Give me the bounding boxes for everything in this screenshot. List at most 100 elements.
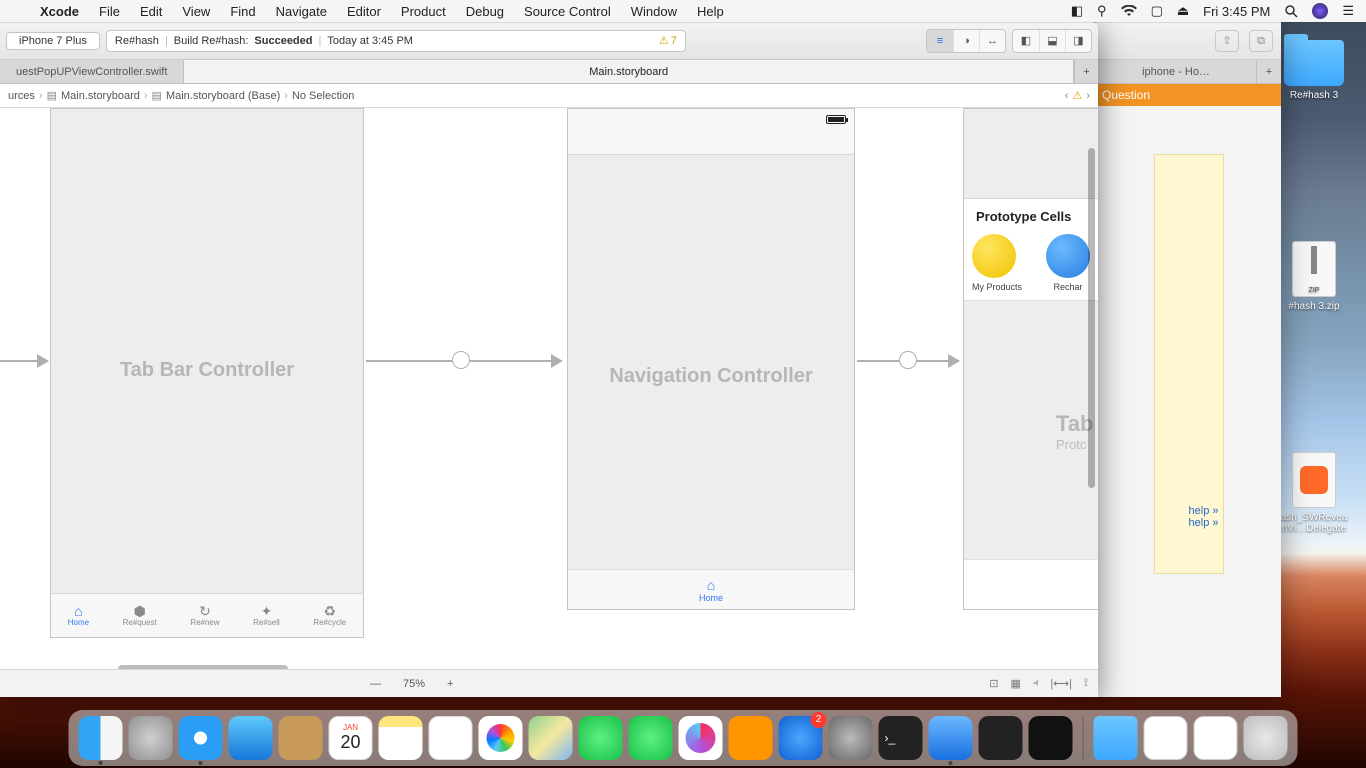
tab-bar-item[interactable]: ⬢Re#quest (123, 604, 157, 627)
safari-new-tab[interactable]: + (1257, 60, 1281, 83)
tab-bar-item[interactable]: ⌂Home (68, 604, 89, 627)
stack-icon[interactable] (1144, 716, 1188, 760)
appstore-icon[interactable]: 2 (779, 716, 823, 760)
crumb-0[interactable]: urces (8, 90, 35, 102)
notification-center-icon[interactable]: ☰ (1342, 3, 1354, 19)
menu-editor[interactable]: Editor (337, 4, 391, 19)
menu-edit[interactable]: Edit (130, 4, 172, 19)
zoom-level[interactable]: 75% (403, 678, 425, 690)
safari-tab[interactable]: iphone - Ho… (1096, 60, 1257, 83)
segue-arrow[interactable] (366, 360, 562, 362)
scheme-selector[interactable]: iPhone 7 Plus (6, 32, 100, 50)
prototype-cell[interactable]: My Products (972, 234, 1022, 292)
menu-file[interactable]: File (89, 4, 130, 19)
eject-icon[interactable]: ⏏ (1177, 3, 1189, 19)
menu-debug[interactable]: Debug (456, 4, 514, 19)
jump-bar[interactable]: urces› ▤ Main.storyboard› ▤ Main.storybo… (0, 84, 1098, 108)
instruments-icon[interactable] (979, 716, 1023, 760)
crumb-2[interactable]: Main.storyboard (Base) (166, 90, 280, 102)
messages-icon[interactable] (579, 716, 623, 760)
canvas-tool[interactable]: |⟷| (1050, 677, 1071, 690)
tab-inactive[interactable]: uestPopUPViewController.swift (0, 60, 184, 83)
xcode-icon[interactable] (929, 716, 973, 760)
ask-question-button[interactable]: Question (1096, 84, 1281, 106)
back-button[interactable]: ‹ (1065, 90, 1069, 102)
app-menu[interactable]: Xcode (30, 4, 89, 19)
tray-icon[interactable]: ◧ (1071, 3, 1083, 19)
safari-icon[interactable] (179, 716, 223, 760)
clock[interactable]: Fri 3:45 PM (1203, 4, 1270, 19)
tab-bar-item[interactable]: ↻Re#new (190, 604, 219, 627)
new-tab-button[interactable]: + (1074, 60, 1098, 83)
menu-view[interactable]: View (172, 4, 220, 19)
tab-bar-item[interactable]: ✦Re#sell (253, 604, 280, 627)
tab-bar-item[interactable]: ♻Re#cycle (313, 604, 346, 627)
canvas-tool[interactable]: ⟟ (1084, 677, 1088, 690)
tab-active[interactable]: Main.storyboard (184, 60, 1074, 83)
downloads-icon[interactable] (1094, 716, 1138, 760)
crumb-3[interactable]: No Selection (292, 90, 354, 102)
notes-icon[interactable] (379, 716, 423, 760)
forward-button[interactable]: › (1086, 90, 1090, 102)
menu-window[interactable]: Window (621, 4, 687, 19)
canvas-tool[interactable]: ⫞ (1033, 677, 1039, 690)
help-link-2[interactable]: help » (1155, 517, 1219, 529)
version-editor-button[interactable]: ↔ (979, 30, 1005, 52)
swift-file-item[interactable]: ash_SWRevea nVi…Delegate (1274, 452, 1354, 534)
wifi-icon[interactable] (1121, 5, 1137, 17)
issues-icon[interactable]: ⚠ (1072, 89, 1082, 102)
maps-icon[interactable] (529, 716, 573, 760)
reminders-icon[interactable] (429, 716, 473, 760)
navigator-toggle[interactable]: ◧ (1013, 30, 1039, 52)
finder-icon[interactable] (79, 716, 123, 760)
itunes-icon[interactable] (679, 716, 723, 760)
facetime-icon[interactable] (629, 716, 673, 760)
activity-viewer[interactable]: Re#hash | Build Re#hash: Succeeded | Tod… (106, 30, 686, 52)
help-link-1[interactable]: help » (1155, 505, 1219, 517)
bluetooth-icon[interactable]: ⚲ (1097, 3, 1107, 19)
trash-icon[interactable] (1244, 716, 1288, 760)
standard-editor-button[interactable]: ≡ (927, 30, 953, 52)
crumb-1[interactable]: Main.storyboard (61, 90, 140, 102)
ib-canvas[interactable]: Tab Bar Controller ⌂Home⬢Re#quest↻Re#new… (0, 108, 1098, 669)
zoom-in-button[interactable]: + (447, 678, 453, 690)
share-button[interactable]: ⇧ (1215, 30, 1239, 52)
mail-icon[interactable] (229, 716, 273, 760)
navigation-controller-scene[interactable]: Navigation Controller ⌂ Home (567, 108, 855, 610)
tab-bar-controller-scene[interactable]: Tab Bar Controller ⌂Home⬢Re#quest↻Re#new… (50, 108, 364, 638)
menu-navigate[interactable]: Navigate (266, 4, 337, 19)
vertical-scrollbar[interactable] (1088, 148, 1095, 488)
calendar-icon[interactable]: JAN20 (329, 716, 373, 760)
safari-window[interactable]: ⇧ ⧉ iphone - Ho… + Question help » help … (1095, 22, 1281, 697)
tab-bar-item[interactable]: ⌂ Home (568, 569, 854, 609)
debug-area-toggle[interactable]: ⬓ (1039, 30, 1065, 52)
menu-product[interactable]: Product (391, 4, 456, 19)
terminal-icon[interactable]: ›_ (879, 716, 923, 760)
ibooks-icon[interactable] (729, 716, 773, 760)
canvas-tool[interactable]: ▦ (1011, 677, 1021, 690)
siri-icon[interactable] (1312, 3, 1328, 19)
contacts-icon[interactable] (279, 716, 323, 760)
segue-arrow[interactable] (0, 360, 48, 362)
prototype-cell[interactable]: Rechar (1046, 234, 1090, 292)
zip-item[interactable]: ZIP #hash 3.zip (1274, 241, 1354, 312)
folder-item[interactable]: Re#hash 3 (1274, 40, 1354, 101)
menu-source-control[interactable]: Source Control (514, 4, 621, 19)
photos-icon[interactable] (479, 716, 523, 760)
warning-indicator[interactable]: ⚠ 7 (659, 34, 677, 47)
preferences-icon[interactable] (829, 716, 873, 760)
segue-arrow[interactable] (857, 360, 959, 362)
navigation-bar[interactable] (568, 109, 854, 155)
table-view-scene[interactable]: Prototype Cells My ProductsRechar Tab Pr… (963, 108, 1098, 610)
zoom-out-button[interactable]: — (370, 678, 381, 690)
menu-help[interactable]: Help (687, 4, 734, 19)
utilities-toggle[interactable]: ◨ (1065, 30, 1091, 52)
spotlight-icon[interactable] (1284, 4, 1298, 18)
tabs-button[interactable]: ⧉ (1249, 30, 1273, 52)
airplay-icon[interactable]: ▢ (1151, 3, 1163, 19)
canvas-tool[interactable]: ⊡ (989, 677, 998, 690)
activity-monitor-icon[interactable] (1029, 716, 1073, 760)
menu-find[interactable]: Find (220, 4, 265, 19)
stack-icon[interactable] (1194, 716, 1238, 760)
tab-bar[interactable]: ⌂Home ⬢Re#quest ↻Re#new ✦Re#sell ♻Re#cycle (51, 593, 363, 637)
